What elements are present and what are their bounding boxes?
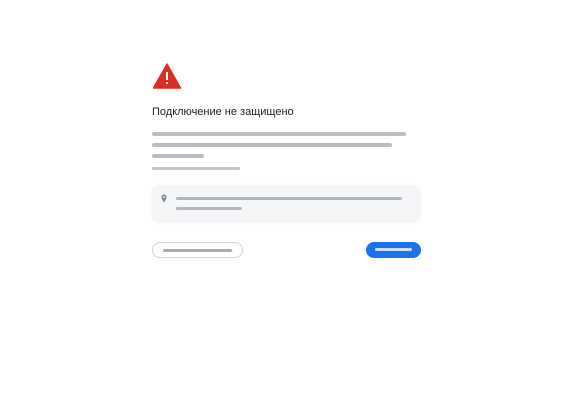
- button-row: [152, 242, 421, 260]
- interstitial-content: Подключение не защищено: [152, 62, 421, 260]
- explanation-text: [152, 132, 420, 158]
- location-pin-icon: [161, 194, 167, 203]
- enhanced-protection-box: [152, 186, 420, 222]
- advanced-button[interactable]: [152, 242, 243, 258]
- error-code-text: [152, 167, 420, 170]
- info-text-line-1: [176, 197, 402, 200]
- warning-triangle-icon: [152, 62, 182, 90]
- advanced-button-label: [163, 249, 232, 252]
- back-to-safety-button[interactable]: [366, 242, 421, 258]
- back-to-safety-button-label: [375, 248, 412, 251]
- security-warning-page: Подключение не защищено: [0, 0, 572, 401]
- info-text-line-2: [176, 207, 242, 210]
- page-title: Подключение не защищено: [152, 106, 294, 118]
